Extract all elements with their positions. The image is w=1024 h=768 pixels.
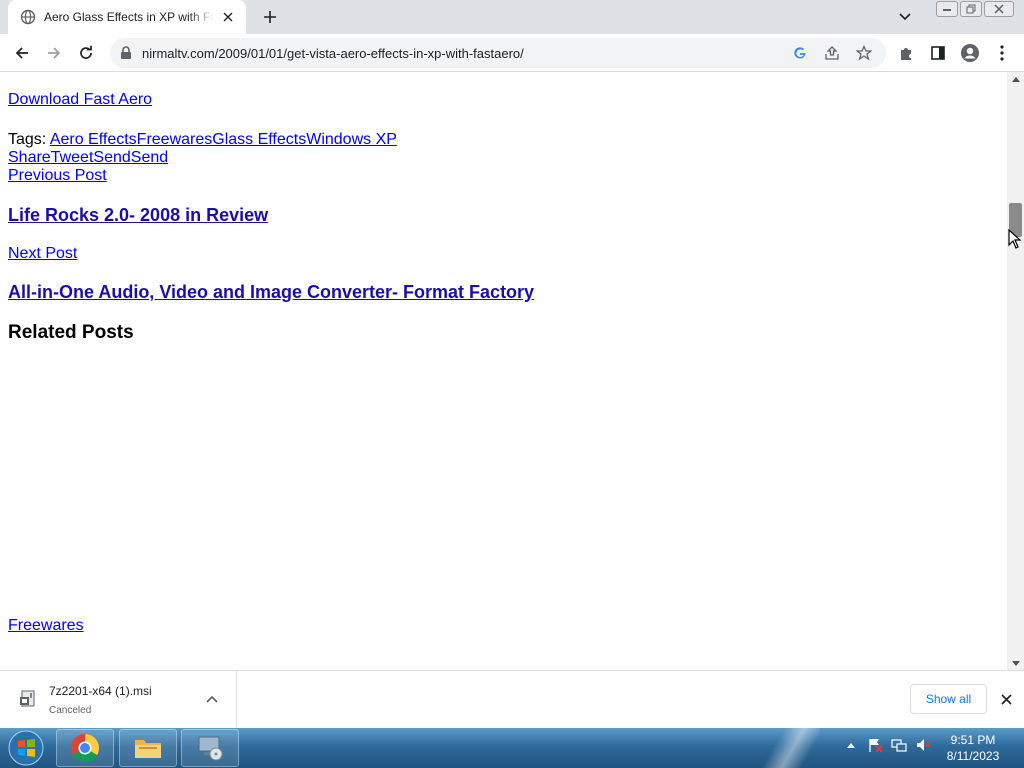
tab-strip: Aero Glass Effects in XP with Fast [0, 0, 1024, 34]
volume-muted-icon[interactable] [914, 736, 932, 754]
chrome-icon [71, 734, 99, 762]
network-icon[interactable] [890, 736, 908, 754]
window-controls [936, 1, 1014, 17]
tag-link[interactable]: Aero Effects [50, 131, 137, 148]
menu-kebab-icon[interactable] [992, 43, 1012, 63]
share-link[interactable]: Share [8, 149, 51, 166]
computer-disc-icon [198, 736, 223, 761]
google-icon[interactable] [792, 45, 808, 61]
tag-link[interactable]: Windows XP [306, 131, 397, 148]
scroll-down-arrow-icon[interactable] [1007, 656, 1024, 670]
taskbar-glare [760, 728, 820, 768]
forward-button[interactable] [42, 41, 66, 65]
previous-post-link[interactable]: Previous Post [8, 167, 107, 184]
action-center-flag-icon[interactable] [866, 736, 884, 754]
download-paragraph: Download Fast Aero [8, 91, 152, 109]
download-shelf: 7z2201-x64 (1).msi Canceled Show all [0, 670, 1024, 728]
share-line: ShareTweetSendSend [8, 149, 168, 167]
category-link[interactable]: Freewares [8, 617, 84, 634]
url-text[interactable]: nirmaltv.com/2009/01/01/get-vista-aero-e… [142, 46, 524, 61]
taskbar-clock[interactable]: 9:51 PM 8/11/2023 [938, 732, 1008, 764]
download-filename: 7z2201-x64 (1).msi [49, 684, 152, 698]
side-panel-icon[interactable] [928, 43, 948, 63]
clock-date: 8/11/2023 [946, 749, 1000, 763]
share-icon[interactable] [824, 45, 840, 61]
next-post-line: Next Post [8, 245, 77, 263]
previous-post-line: Previous Post [8, 167, 107, 185]
bookmark-star-icon[interactable] [856, 45, 872, 61]
download-item[interactable]: 7z2201-x64 (1).msi Canceled [0, 671, 237, 728]
tag-link[interactable]: Glass Effects [212, 131, 306, 148]
next-post-title: All-in-One Audio, Video and Image Conver… [8, 282, 534, 303]
extensions-puzzle-icon[interactable] [896, 43, 916, 63]
page-content: Download Fast Aero Tags: Aero EffectsFre… [0, 72, 1007, 670]
download-link[interactable]: Download Fast Aero [8, 91, 152, 108]
tab-title: Aero Glass Effects in XP with Fast [44, 10, 214, 24]
system-tray [842, 736, 932, 754]
related-posts-heading: Related Posts [8, 322, 134, 343]
browser-toolbar: nirmaltv.com/2009/01/01/get-vista-aero-e… [0, 34, 1024, 72]
clock-time: 9:51 PM [950, 733, 996, 747]
send-link[interactable]: Send [131, 149, 168, 166]
globe-icon [20, 9, 36, 25]
tags-label: Tags: [8, 131, 47, 148]
taskbar-app-button[interactable] [181, 729, 239, 767]
previous-post-title: Life Rocks 2.0- 2008 in Review [8, 205, 268, 226]
next-post-link[interactable]: Next Post [8, 245, 77, 262]
category-line: Freewares [8, 617, 84, 635]
previous-post-title-link[interactable]: Life Rocks 2.0- 2008 in Review [8, 205, 268, 225]
tags-line: Tags: Aero EffectsFreewaresGlass Effects… [8, 131, 397, 149]
scroll-up-arrow-icon[interactable] [1007, 72, 1024, 86]
lock-icon[interactable] [120, 46, 134, 60]
show-hidden-icons-arrow-icon[interactable] [842, 736, 860, 754]
browser-tab[interactable]: Aero Glass Effects in XP with Fast [8, 0, 246, 34]
show-all-button[interactable]: Show all [910, 684, 987, 714]
installer-file-icon [18, 689, 38, 709]
tag-link[interactable]: Freewares [137, 131, 213, 148]
tab-search-chevron-icon[interactable] [894, 7, 916, 27]
new-tab-button[interactable] [258, 5, 282, 29]
profile-avatar-icon[interactable] [960, 43, 980, 63]
chevron-up-icon[interactable] [205, 693, 219, 707]
reload-button[interactable] [74, 41, 98, 65]
back-button[interactable] [10, 41, 34, 65]
minimize-button[interactable] [936, 1, 958, 17]
download-status: Canceled [49, 705, 92, 716]
close-window-button[interactable] [984, 1, 1014, 17]
close-download-bar-icon[interactable] [998, 691, 1014, 707]
taskbar-explorer-button[interactable] [119, 729, 177, 767]
tweet-link[interactable]: Tweet [51, 149, 94, 166]
close-tab-icon[interactable] [220, 9, 236, 25]
send-link[interactable]: Send [93, 149, 130, 166]
vertical-scrollbar[interactable] [1007, 72, 1024, 670]
folder-icon [135, 740, 161, 758]
taskbar-chrome-button[interactable] [56, 729, 114, 767]
address-bar[interactable]: nirmaltv.com/2009/01/01/get-vista-aero-e… [110, 38, 886, 68]
next-post-title-link[interactable]: All-in-One Audio, Video and Image Conver… [8, 282, 534, 302]
restore-button[interactable] [960, 1, 982, 17]
mouse-cursor-icon [1008, 228, 1022, 249]
windows-taskbar: 9:51 PM 8/11/2023 [0, 728, 1024, 768]
start-button[interactable] [4, 729, 48, 767]
